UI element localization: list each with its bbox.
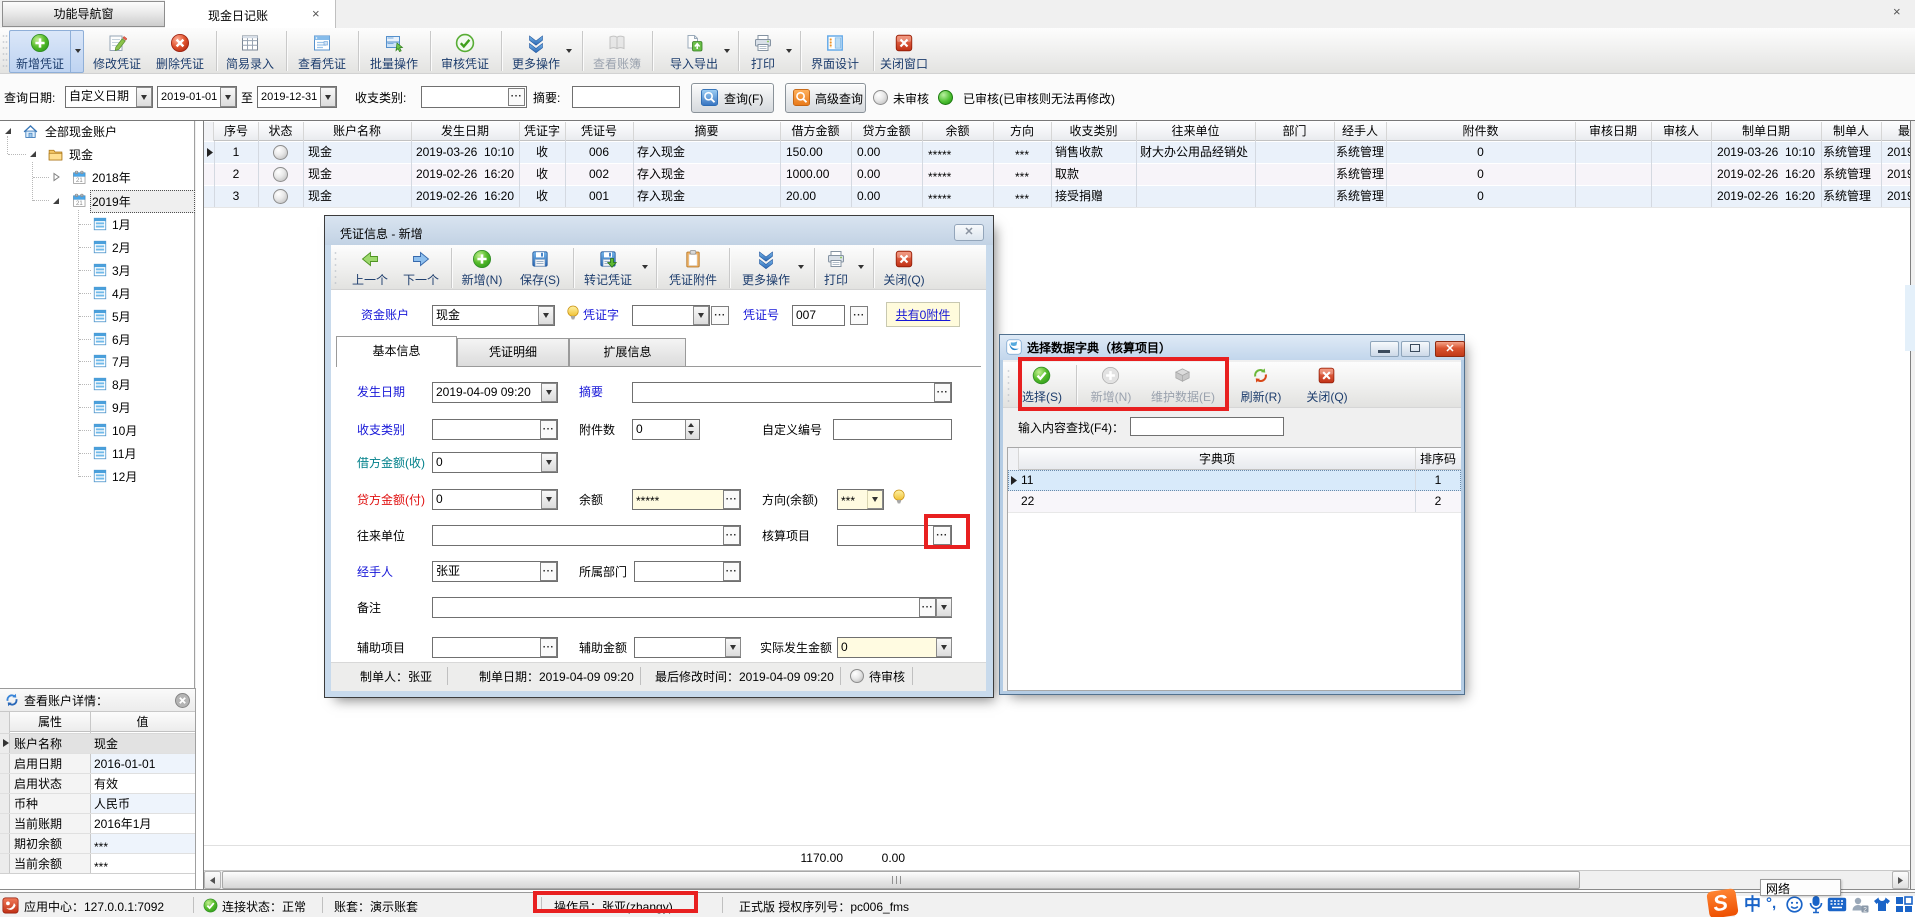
svg-text:2: 2 <box>1863 907 1867 914</box>
